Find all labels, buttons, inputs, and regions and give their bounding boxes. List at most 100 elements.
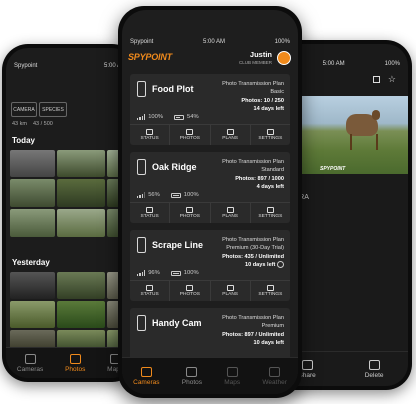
user-name: Justin bbox=[249, 50, 272, 59]
photos-icon bbox=[186, 366, 198, 377]
cart-icon bbox=[226, 284, 234, 291]
trail-camera-icon bbox=[137, 315, 146, 331]
camera-card[interactable]: Food Plot Photo Transmission Plan Basic … bbox=[130, 74, 290, 145]
center-phone: Spypoint 5:00 AM 100% SPYPOINT Justin CL… bbox=[118, 6, 302, 398]
image-icon bbox=[186, 128, 194, 135]
thumb[interactable] bbox=[10, 301, 55, 328]
plans-button[interactable]: PLANS bbox=[211, 203, 251, 223]
settings-button[interactable]: SETTINGS bbox=[251, 281, 290, 301]
delete-button[interactable]: Delete bbox=[364, 359, 384, 379]
signal-value: 56% bbox=[148, 192, 160, 198]
camera-card[interactable]: Oak Ridge Photo Transmission Plan Standa… bbox=[130, 152, 290, 223]
avatar[interactable] bbox=[277, 51, 291, 65]
center-status-bar: Spypoint 5:00 AM 100% bbox=[122, 36, 298, 48]
plan-name: Basic bbox=[270, 89, 284, 96]
weather-icon bbox=[269, 366, 281, 377]
filter-species-button[interactable]: SPECIES bbox=[39, 102, 67, 117]
download-icon[interactable] bbox=[373, 76, 380, 83]
battery-value: 54% bbox=[187, 114, 199, 120]
plans-label: PLANS bbox=[222, 214, 238, 220]
battery-value: 100% bbox=[183, 270, 199, 276]
filter-camera-label: CAMERA bbox=[13, 106, 35, 113]
right-battery: 100% bbox=[384, 61, 400, 67]
plan-label: Photo Transmission Plan bbox=[222, 81, 284, 87]
signal-icon bbox=[137, 114, 146, 120]
days-left: 10 days left bbox=[244, 261, 276, 268]
tab-cameras[interactable]: Cameras bbox=[133, 366, 160, 386]
photo-usage: Photos: 897 / 1000 bbox=[235, 175, 284, 182]
settings-button[interactable]: SETTINGS bbox=[251, 125, 290, 145]
info-icon[interactable] bbox=[277, 260, 284, 268]
photo-usage: Photos: 10 / 250 bbox=[241, 97, 284, 104]
plans-button[interactable]: PLANS bbox=[211, 281, 251, 301]
left-tab-bar: Cameras Photos Maps bbox=[6, 347, 134, 378]
status-label: STATUS bbox=[140, 292, 159, 298]
thumb[interactable] bbox=[10, 209, 55, 237]
thumb[interactable] bbox=[57, 301, 105, 328]
card-actions: STATUS PHOTOS PLANS SETTINGS bbox=[130, 124, 290, 145]
status-row: 56% 100% bbox=[137, 192, 199, 198]
days-left: 4 days left bbox=[256, 183, 284, 190]
camera-icon bbox=[24, 353, 36, 364]
cart-icon bbox=[226, 206, 234, 213]
battery-value: 100% bbox=[183, 192, 199, 198]
signal-value: 100% bbox=[148, 114, 164, 120]
tab-maps-label: Maps bbox=[224, 378, 241, 386]
thumb[interactable] bbox=[10, 272, 55, 299]
filter-species-label: SPECIES bbox=[42, 106, 64, 113]
tab-photos-label: Photos bbox=[65, 365, 86, 373]
photos-button[interactable]: PHOTOS bbox=[170, 203, 211, 223]
thumb[interactable] bbox=[57, 272, 105, 299]
section-today: Today bbox=[12, 136, 35, 145]
thumb[interactable] bbox=[57, 179, 105, 207]
plan-label: Photo Transmission Plan bbox=[222, 237, 284, 243]
photo-watermark: SPYPOINT bbox=[320, 166, 346, 172]
brand-logo: SPYPOINT bbox=[128, 52, 172, 62]
battery-icon bbox=[170, 192, 181, 198]
thumb[interactable] bbox=[57, 209, 105, 237]
star-icon[interactable]: ☆ bbox=[388, 74, 396, 85]
photo-count: 43 km bbox=[12, 121, 27, 127]
image-icon bbox=[186, 284, 194, 291]
tab-weather[interactable]: Weather bbox=[262, 366, 287, 386]
image-icon bbox=[186, 206, 194, 213]
center-tab-bar: Cameras Photos Maps Weather bbox=[122, 357, 298, 394]
signal-icon bbox=[137, 270, 146, 276]
status-icon bbox=[146, 128, 154, 135]
status-button[interactable]: STATUS bbox=[130, 125, 171, 145]
camera-card[interactable]: Scrape Line Photo Transmission Plan Prem… bbox=[130, 230, 290, 301]
tab-photos[interactable]: Photos bbox=[65, 353, 86, 373]
map-icon bbox=[226, 366, 238, 377]
tab-maps[interactable]: Maps bbox=[224, 366, 241, 386]
filter-camera-button[interactable]: CAMERA bbox=[11, 102, 37, 117]
thumb[interactable] bbox=[10, 179, 55, 207]
status-button[interactable]: STATUS bbox=[130, 281, 171, 301]
signal-icon bbox=[137, 192, 146, 198]
photos-label: PHOTOS bbox=[179, 214, 200, 220]
thumb[interactable] bbox=[57, 150, 105, 177]
tab-photos[interactable]: Photos bbox=[182, 366, 202, 386]
battery-icon bbox=[174, 114, 185, 120]
plans-button[interactable]: PLANS bbox=[211, 125, 251, 145]
settings-button[interactable]: SETTINGS bbox=[251, 203, 290, 223]
deer-photo: SPYPOINT bbox=[284, 96, 408, 174]
right-time: 5:00 AM bbox=[322, 61, 345, 67]
thumb[interactable] bbox=[10, 150, 55, 177]
tab-cameras[interactable]: Cameras bbox=[16, 353, 44, 373]
plan-info: Photo Transmission Plan Premium (30-Day … bbox=[222, 236, 284, 269]
photos-button[interactable]: PHOTOS bbox=[170, 125, 211, 145]
plan-info: Photo Transmission Plan Standard Photos:… bbox=[222, 158, 284, 191]
trash-icon bbox=[368, 359, 380, 370]
wrench-icon bbox=[266, 284, 274, 291]
delete-label: Delete bbox=[364, 371, 384, 379]
photos-label: PHOTOS bbox=[179, 136, 200, 142]
camera-name: Scrape Line bbox=[152, 240, 204, 250]
days-left: 10 days left bbox=[253, 339, 284, 346]
tab-cameras-label: Cameras bbox=[16, 365, 44, 373]
section-yesterday: Yesterday bbox=[12, 258, 50, 267]
photo-usage: Photos: 435 / Unlimited bbox=[222, 253, 284, 260]
status-button[interactable]: STATUS bbox=[130, 203, 171, 223]
photos-button[interactable]: PHOTOS bbox=[170, 281, 211, 301]
wrench-icon bbox=[266, 206, 274, 213]
tab-weather-label: Weather bbox=[262, 378, 287, 386]
